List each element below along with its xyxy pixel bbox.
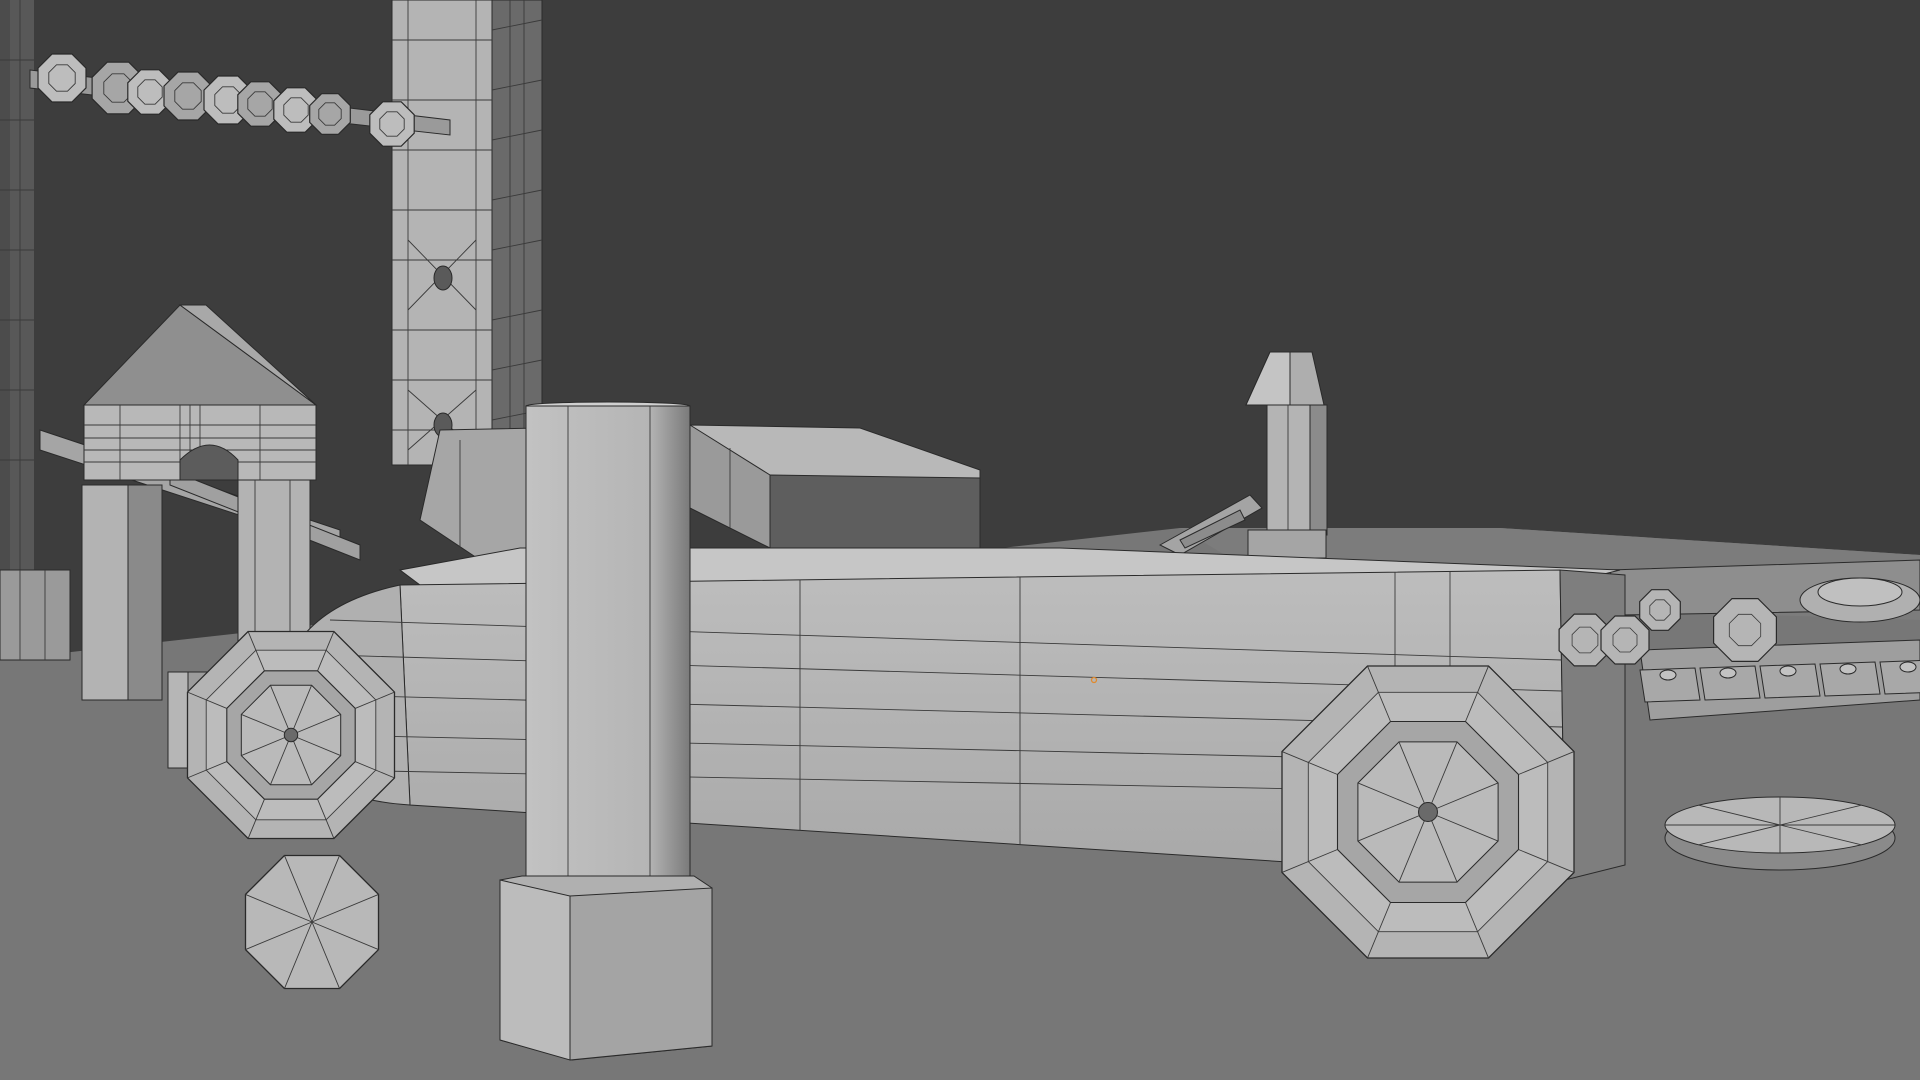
abacus-bead[interactable]: [37, 53, 87, 103]
abacus-bead[interactable]: [309, 93, 351, 135]
exhaust-chimney[interactable]: [1245, 351, 1328, 559]
abacus-bead[interactable]: [369, 101, 415, 147]
car-cabin[interactable]: [419, 424, 981, 561]
small-wheel[interactable]: [244, 854, 380, 990]
abacus-rod-beads[interactable]: [29, 53, 451, 147]
scaffold-tower-right[interactable]: [391, 0, 543, 466]
center-pillar[interactable]: [499, 401, 713, 1061]
round-disc[interactable]: [1664, 796, 1896, 871]
viewport-scene[interactable]: [0, 0, 1920, 1080]
3d-viewport[interactable]: [0, 0, 1920, 1080]
rear-wheel[interactable]: [1281, 665, 1575, 959]
front-wheel[interactable]: [186, 630, 396, 840]
